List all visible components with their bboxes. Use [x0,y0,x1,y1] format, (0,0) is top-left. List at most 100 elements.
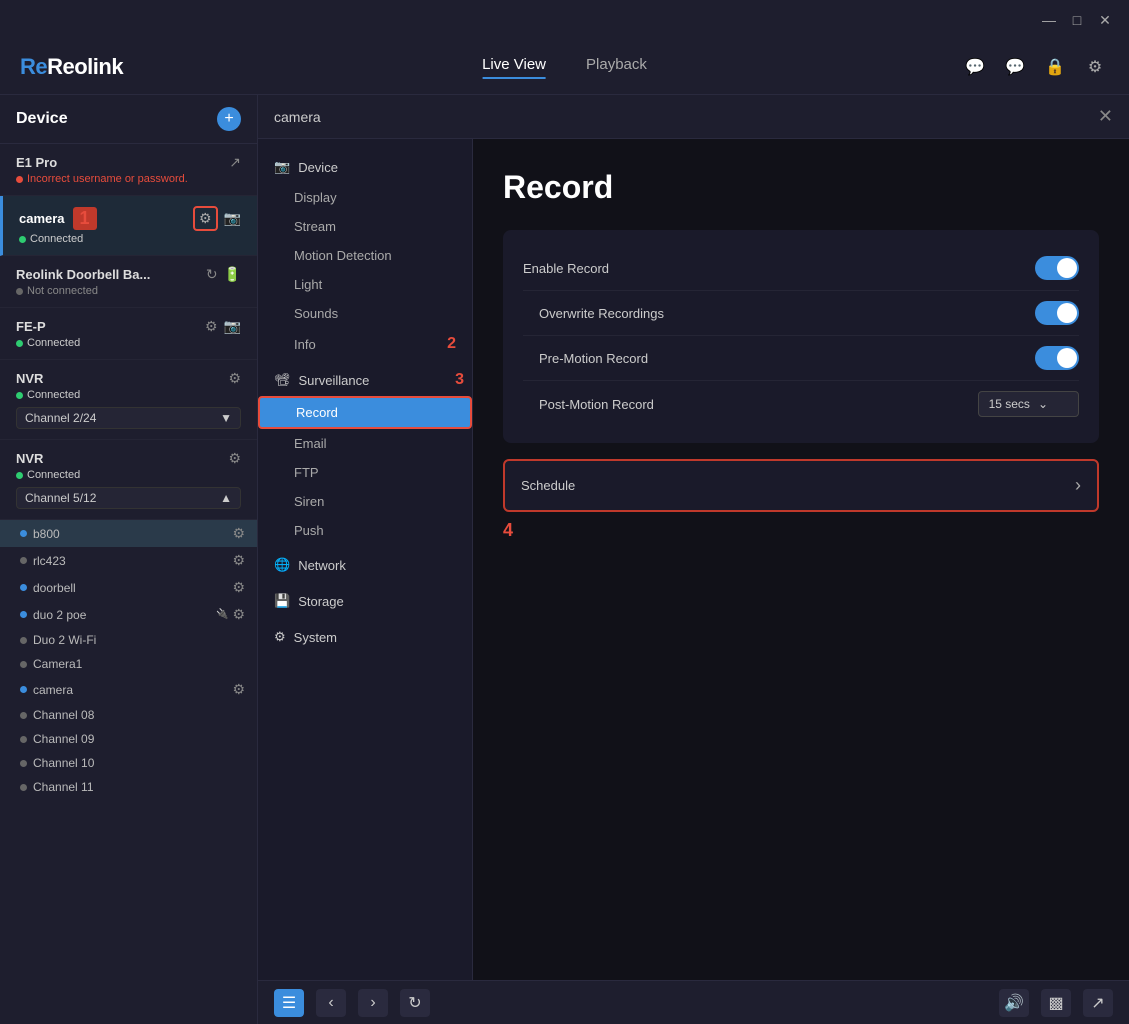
sub-channel-name-ch09: Channel 09 [33,732,94,746]
menu-item-sounds[interactable]: Sounds [258,299,472,328]
menu-section-header-system[interactable]: ⚙ System [258,621,472,653]
refresh-bottom-button[interactable]: ↻ [400,989,430,1017]
menu-item-push[interactable]: Push [258,516,472,545]
post-motion-dropdown[interactable]: 15 secs ⌄ [978,391,1079,417]
close-button[interactable]: ✕ [1091,6,1119,34]
sub-channel-ch08[interactable]: Channel 08 [0,703,257,727]
dot-duo2wifi [20,637,27,644]
add-device-button[interactable]: + [217,107,241,131]
menu-item-info[interactable]: Info 2 [258,328,472,360]
tab-playback[interactable]: Playback [586,56,647,79]
settings-icon[interactable]: ⚙ [1081,53,1109,81]
external-link-icon[interactable]: ↗ [229,154,241,171]
menu-item-email[interactable]: Email [258,429,472,458]
menu-section-header-network[interactable]: 🌐 Network [258,549,472,581]
monitor-section-icon: 📽 [274,372,291,388]
doorbell2-settings-icon[interactable]: ⚙ [232,579,245,596]
pre-motion-toggle[interactable] [1035,346,1079,370]
overwrite-toggle[interactable] [1035,301,1079,325]
volume-button[interactable]: 🔊 [999,989,1029,1017]
minimize-button[interactable]: — [1035,6,1063,34]
chat-icon[interactable]: 💬 [961,53,989,81]
menu-item-siren[interactable]: Siren [258,487,472,516]
menu-item-display[interactable]: Display [258,183,472,212]
maximize-button[interactable]: □ [1063,6,1091,34]
lock-icon[interactable]: 🔒 [1041,53,1069,81]
status-text-doorbell: Not connected [27,285,98,297]
sub-channel-duo2poe[interactable]: duo 2 poe 🔌 ⚙ [0,601,257,628]
sidebar: Device + E1 Pro ↗ Incorrect username or … [0,95,258,1024]
sub-channel-ch09[interactable]: Channel 09 [0,727,257,751]
channel-value-nvr2: Channel 5/12 [25,491,96,505]
bottom-left-controls: ☰ ‹ › ↻ [274,989,430,1017]
setting-row-pre-motion: Pre-Motion Record [523,336,1079,381]
channel-select-nvr2[interactable]: Channel 5/12 ▲ [16,487,241,509]
display-button[interactable]: ▩ [1041,989,1071,1017]
schedule-row[interactable]: Schedule › [503,459,1099,512]
bottom-right-controls: 🔊 ▩ ↗ [999,989,1113,1017]
b800-settings-icon[interactable]: ⚙ [232,525,245,542]
annotation-3: 3 [455,371,464,389]
annotation-4: 4 [503,520,513,540]
menu-item-ftp[interactable]: FTP [258,458,472,487]
fep-camera-icon[interactable]: 📷 [224,318,241,335]
nvr2-settings-icon[interactable]: ⚙ [228,450,241,467]
menu-section-header-storage[interactable]: 💾 Storage [258,585,472,617]
menu-section-label-device: Device [298,160,338,175]
menu-section-header-surveillance[interactable]: 📽 Surveillance 3 [258,364,472,396]
dot-ch11 [20,784,27,791]
sub-channel-name-camera2: camera [33,683,73,697]
menu-section-header-device[interactable]: 📷 Device [258,151,472,183]
menu-item-light[interactable]: Light [258,270,472,299]
camera-view-icon[interactable]: 📷 [224,210,241,227]
nvr1-settings-icon[interactable]: ⚙ [228,370,241,387]
refresh-icon[interactable]: ↻ [206,266,218,283]
sub-channel-rlc423[interactable]: rlc423 ⚙ [0,547,257,574]
menu-item-motion-detection[interactable]: Motion Detection [258,241,472,270]
channel-select-nvr1[interactable]: Channel 2/24 ▼ [16,407,241,429]
menu-item-stream[interactable]: Stream [258,212,472,241]
fullscreen-button[interactable]: ↗ [1083,989,1113,1017]
chevron-up-icon: ▲ [220,491,232,505]
device-item-camera: camera 1 ⚙ 📷 Connected [0,196,257,256]
sub-channel-ch10[interactable]: Channel 10 [0,751,257,775]
menu-item-record[interactable]: Record [258,396,472,429]
topnav: ReReolink Live View Playback 💬 💬 🔒 ⚙ [0,40,1129,95]
device-name-camera: camera [19,211,65,226]
device-header: Device + [0,95,257,144]
sub-channel-name-ch08: Channel 08 [33,708,94,722]
post-motion-chevron-icon: ⌄ [1038,397,1048,411]
menu-bottom-button[interactable]: ☰ [274,989,304,1017]
sub-channel-name-camera1: Camera1 [33,657,82,671]
sub-channel-duo2wifi[interactable]: Duo 2 Wi-Fi [0,628,257,652]
sub-channel-camera1[interactable]: Camera1 [0,652,257,676]
sub-channel-ch11[interactable]: Channel 11 [0,775,257,799]
rlc423-settings-icon[interactable]: ⚙ [232,552,245,569]
device-name-e1pro: E1 Pro [16,155,57,170]
camera-section-icon: 📷 [274,159,290,175]
panel-close-button[interactable]: ✕ [1098,106,1113,127]
sub-channel-doorbell2[interactable]: doorbell ⚙ [0,574,257,601]
duo2poe-extra-icon: 🔌 [216,609,228,620]
camera2-settings-icon[interactable]: ⚙ [232,681,245,698]
sub-channel-b800[interactable]: b800 ⚙ [0,520,257,547]
camera-settings-icon[interactable]: ⚙ [193,206,218,231]
status-text-nvr2: Connected [27,469,80,481]
battery-icon[interactable]: 🔋 [224,266,241,283]
enable-record-toggle[interactable] [1035,256,1079,280]
overwrite-label: Overwrite Recordings [539,306,664,321]
status-text-fep: Connected [27,337,80,349]
back-button[interactable]: ‹ [316,989,346,1017]
fep-settings-icon[interactable]: ⚙ [205,318,218,335]
message-icon[interactable]: 💬 [1001,53,1029,81]
record-title: Record [503,169,1099,206]
duo2poe-settings-icon[interactable]: ⚙ [232,606,245,623]
forward-button[interactable]: › [358,989,388,1017]
tab-live-view[interactable]: Live View [482,56,546,79]
sub-channel-camera2[interactable]: camera ⚙ [0,676,257,703]
device-item-doorbell: Reolink Doorbell Ba... ↻ 🔋 Not connected [0,256,257,308]
device-name-nvr2: NVR [16,451,43,466]
nav-tabs: Live View Playback [482,56,647,79]
dot-camera2 [20,686,27,693]
sub-channel-name-ch10: Channel 10 [33,756,94,770]
